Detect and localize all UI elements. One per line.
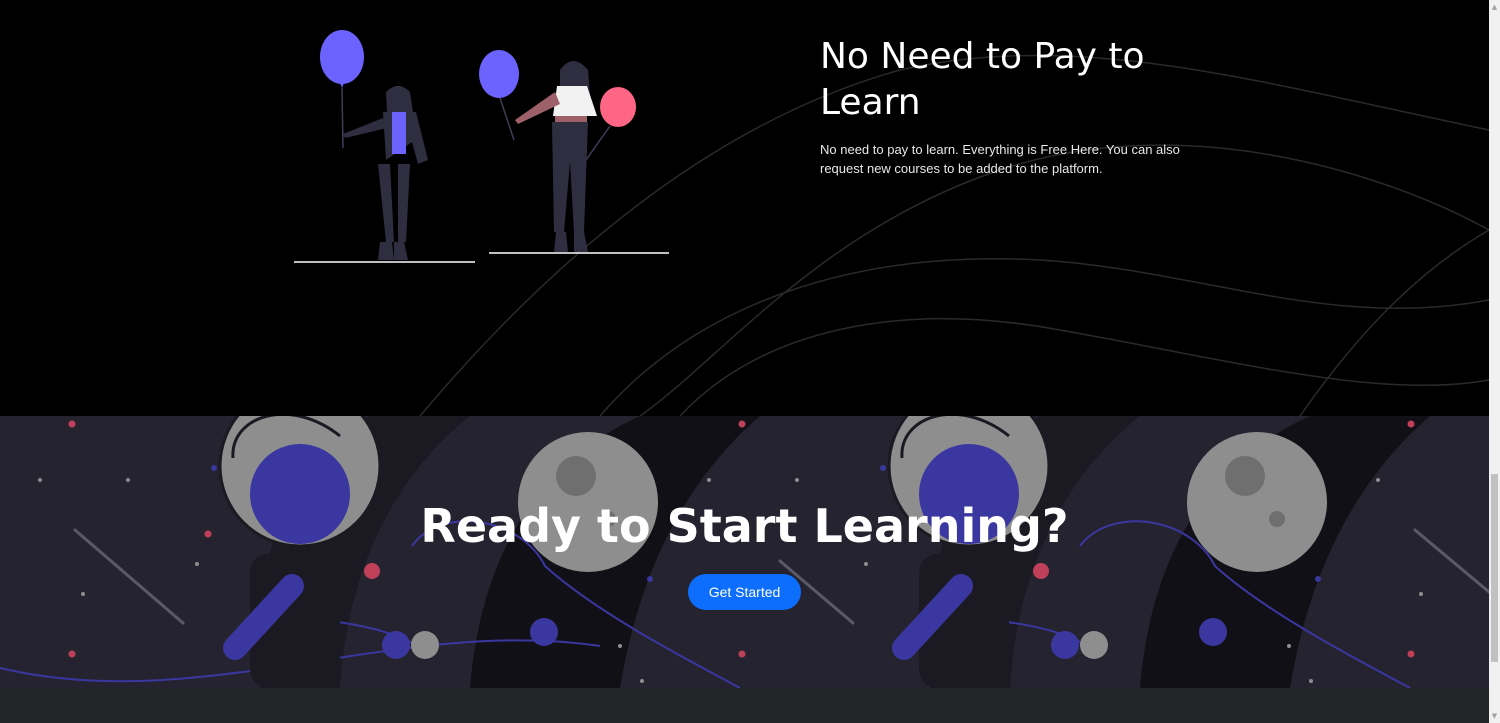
- feature-text: No Need to Pay to Learn No need to pay t…: [820, 34, 1180, 178]
- vertical-scrollbar[interactable]: ▲ ▼: [1489, 0, 1500, 723]
- cta-section: Ready to Start Learning? Get Started: [0, 416, 1489, 688]
- scroll-down-icon[interactable]: ▼: [1489, 709, 1500, 723]
- background-curves: [419, 54, 1489, 416]
- feature-title: No Need to Pay to Learn: [820, 36, 1145, 123]
- get-started-button[interactable]: Get Started: [688, 574, 801, 610]
- scroll-up-icon[interactable]: ▲: [1489, 0, 1500, 14]
- scrollbar-thumb[interactable]: [1491, 474, 1498, 662]
- cta-title: Ready to Start Learning?: [420, 499, 1069, 553]
- feature-description: No need to pay to learn. Everything is F…: [820, 142, 1180, 176]
- footer-strip: [0, 688, 1489, 723]
- page: No Need to Pay to Learn No need to pay t…: [0, 0, 1500, 723]
- feature-section: No Need to Pay to Learn No need to pay t…: [0, 0, 1489, 416]
- women-with-balloons-illustration: [294, 30, 669, 263]
